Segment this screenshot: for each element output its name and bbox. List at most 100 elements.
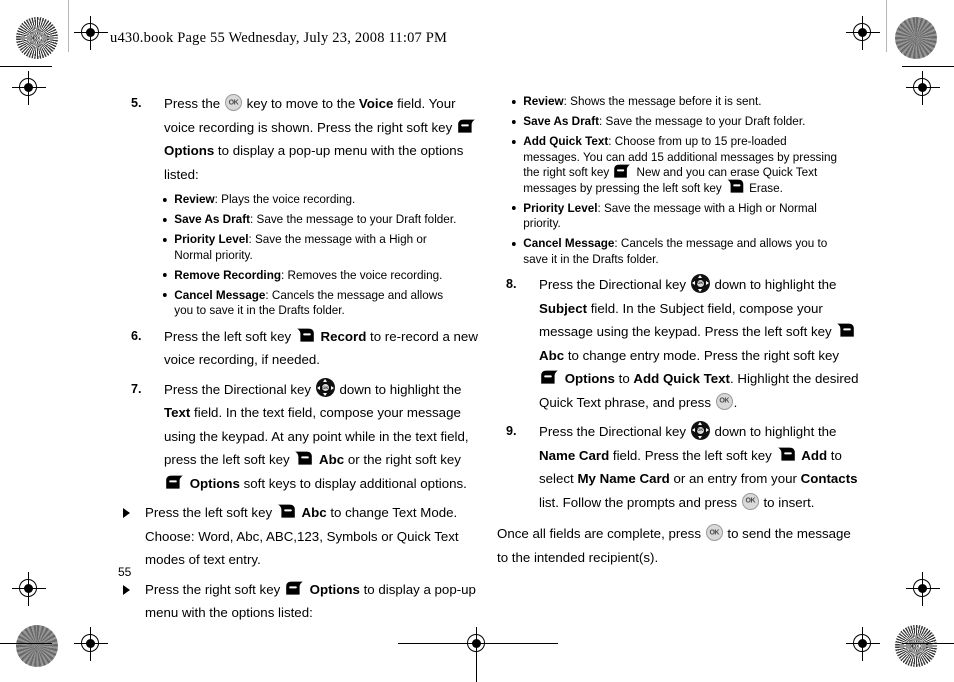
trim-line-right-vertical [886,0,887,52]
emphasis-text: My Name Card [577,471,670,486]
directional-key-icon [315,378,335,398]
left-text-column: 5. Press the OK key to move to the Voice … [122,92,480,631]
emphasis-text: Abc [539,347,565,363]
right-soft-key-icon [457,119,476,134]
trim-line-bottom-left [0,643,52,644]
emphasis-text: Text [164,405,191,420]
ok-key-icon: OK [224,94,242,112]
body-text: or an entry from your [669,471,801,486]
ok-key-icon: OK [705,524,723,542]
body-text: Press the left soft key [164,328,295,344]
emphasis-text: Contacts [800,471,858,486]
round-bullet-icon [162,293,167,297]
emphasis-text: Save As Draft [174,212,251,226]
body-text: : Save the message to your Draft folder. [599,114,806,128]
body-text: key to move to the [242,96,359,111]
emphasis-text: Priority Level [174,232,249,246]
body-text: Press the left soft key [145,505,276,520]
round-bullet-icon [511,206,516,210]
body-text: down to highlight the [710,277,837,292]
body-text: field. Press the left soft key [609,447,776,463]
page-number: 55 [118,565,132,579]
option-bullet-item: Cancel Message: Cancels the message and … [511,236,840,267]
body-text: soft keys to display additional options. [239,475,467,491]
right-text-column: Review: Shows the message before it is s… [497,92,859,569]
option-bullet-list: Review: Plays the voice recording. Save A… [162,192,480,319]
body-text: to [614,371,634,386]
left-soft-key-icon [296,328,315,343]
trim-line-center-vertical-top [476,645,477,682]
body-text: Erase. [745,180,783,195]
registration-mark-bottom-left [74,627,108,661]
body-text: Press the right soft key [145,581,284,597]
left-soft-key-icon [277,504,296,519]
emphasis-text: Options [309,581,360,597]
triangle-bullet-item: Press the left soft key Abc to change Te… [122,501,480,572]
right-soft-key-icon [165,475,184,490]
option-bullet-item: Review: Plays the voice recording. [162,192,463,208]
body-text: or the right soft key [344,452,461,467]
round-bullet-icon [511,119,516,124]
body-text: down to highlight the [710,424,837,439]
emphasis-text: Voice [358,96,394,111]
registration-mark-bottom-center [460,627,494,661]
emphasis-text: Priority Level [523,200,598,215]
manual-page: u430.book Page 55 Wednesday, July 23, 20… [0,0,954,682]
registration-mark-top-right [846,16,880,50]
body-text: list. Follow the prompts and press [539,494,741,510]
closing-paragraph: Once all fields are complete, press OK t… [497,522,859,569]
emphasis-text: Cancel Message [174,287,266,302]
body-text: Press the Directional key [164,381,315,397]
round-bullet-icon [162,197,167,202]
body-text: to insert. [759,494,815,510]
option-bullet-item: Review: Shows the message before it is s… [511,94,840,110]
registration-mark-left-edge [12,71,46,105]
trim-line-bottom-right [902,643,954,644]
trim-line-left-vertical [68,0,69,52]
directional-key-icon [690,420,710,440]
option-bullet-item: Save As Draft: Save the message to your … [162,212,463,228]
right-soft-key-icon [540,370,559,385]
trim-line-top-left [0,66,52,67]
step-number: 6. [131,328,142,343]
step-number: 9. [506,424,517,438]
option-bullet-item: Save As Draft: Save the message to your … [511,114,840,130]
emphasis-text: Remove Recording [174,267,281,282]
body-text: : Shows the message before it is sent. [563,94,762,108]
directional-key-icon [690,273,710,293]
option-bullet-item: Add Quick Text: Choose from up to 15 pre… [511,134,840,196]
ok-key-icon: OK [715,392,733,410]
emphasis-text: Options [564,371,615,386]
registration-mark-left-lower [12,572,46,606]
emphasis-text: Review [523,94,564,108]
emphasis-text: Save As Draft [523,114,600,128]
emphasis-text: Abc [301,505,327,520]
round-bullet-icon [511,99,516,104]
numbered-step: 7. Press the Directional key down to high… [122,378,480,496]
option-bullet-item: Cancel Message: Cancels the message and … [162,288,463,319]
emphasis-text: Add [801,447,828,463]
emphasis-text: Cancel Message [523,236,615,250]
body-text: : Removes the voice recording. [280,267,443,282]
color-registration-patch-top-left [16,17,58,59]
triangle-bullet-icon [123,508,130,518]
option-bullet-list: Review: Shows the message before it is s… [511,94,859,267]
body-text: . [733,394,738,410]
numbered-step: 5. Press the OK key to move to the Voice … [122,92,480,186]
emphasis-text: Record [320,328,367,344]
option-bullet-item: Priority Level: Save the message with a … [511,201,840,232]
emphasis-text: Options [189,475,240,491]
emphasis-text: Add Quick Text [633,371,730,386]
registration-mark-top-left [74,16,108,50]
color-registration-patch-top-right [895,17,937,59]
round-bullet-icon [511,139,516,144]
emphasis-text: Review [174,192,215,206]
step-number: 8. [506,277,517,291]
emphasis-text: Name Card [539,447,610,463]
trim-line-bottom-center [398,643,558,644]
triangle-bullet-item: Press the right soft key Options to disp… [122,578,480,625]
page-header-text: u430.book Page 55 Wednesday, July 23, 20… [110,30,448,46]
round-bullet-icon [162,217,167,222]
ok-key-icon: OK [741,492,759,510]
option-bullet-item: Priority Level: Save the message with a … [162,232,463,263]
